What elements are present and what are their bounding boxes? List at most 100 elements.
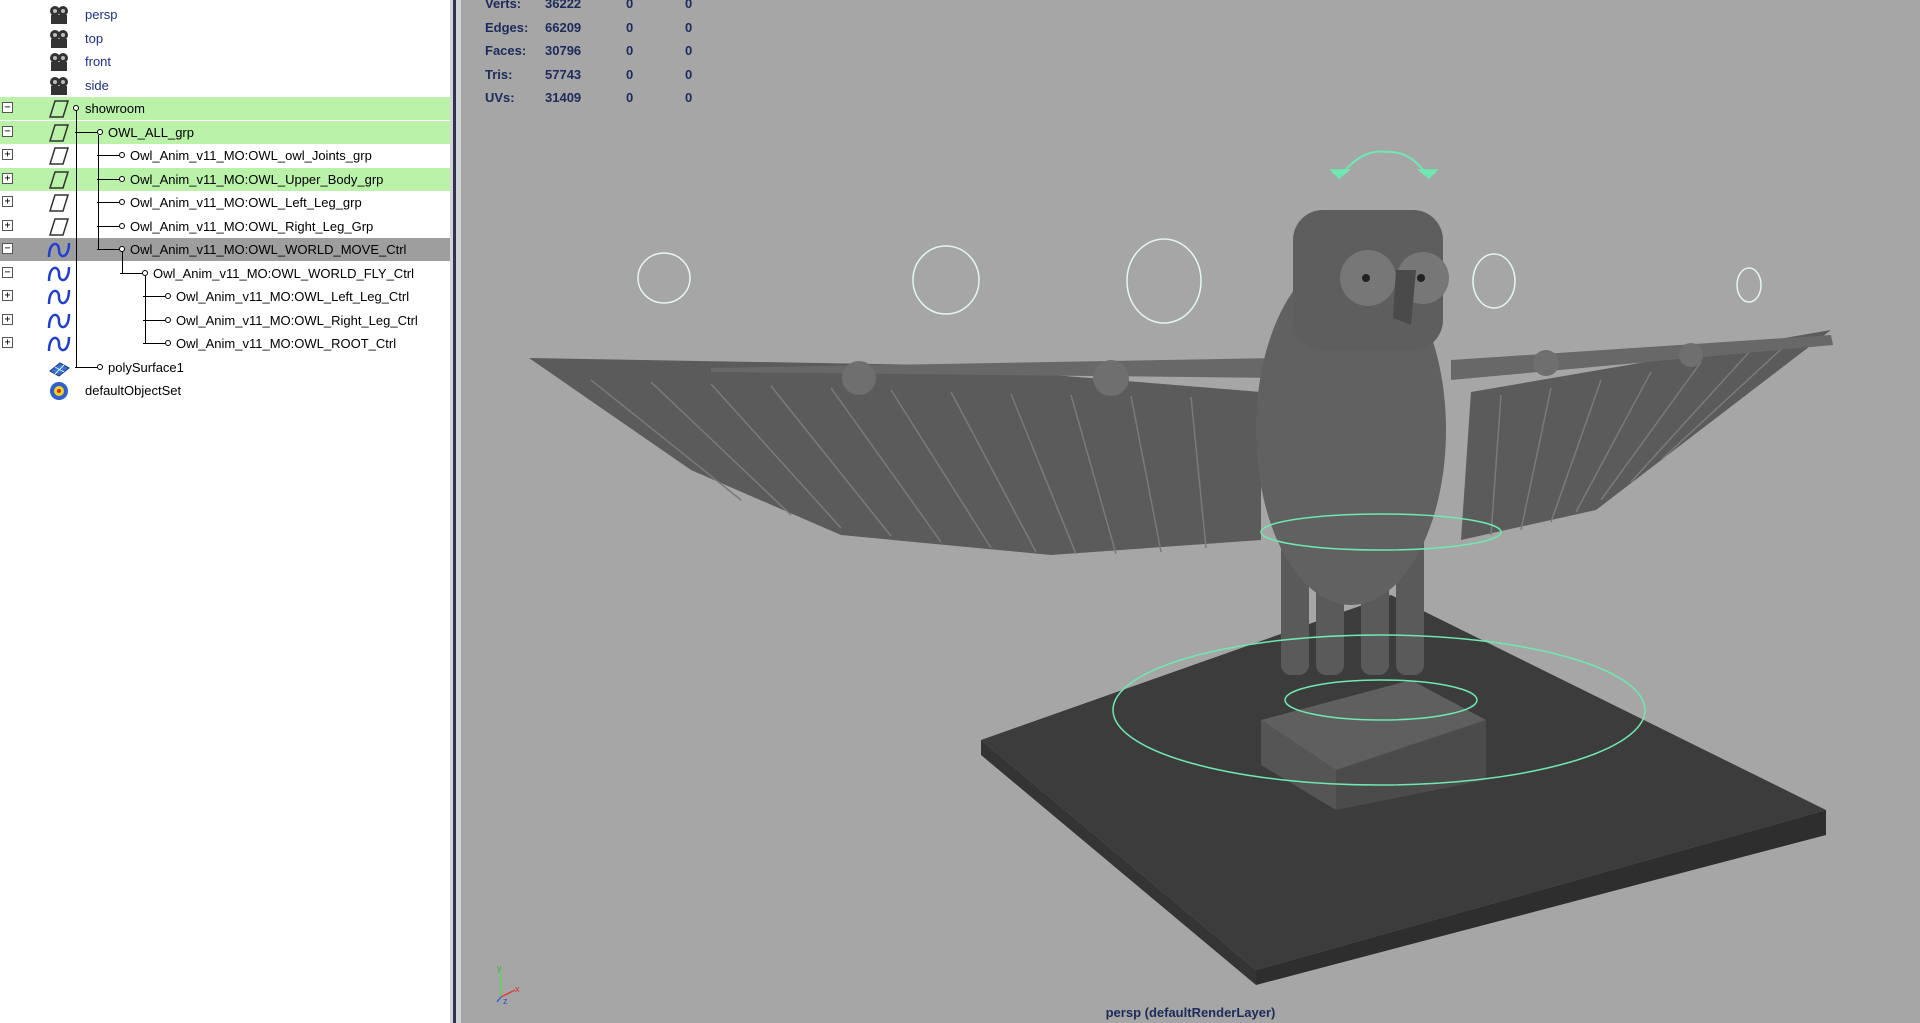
outliner-item-label: polySurface1 [108,359,184,375]
hud-stat-value: 66209 [545,19,582,35]
outliner-item-label: Owl_Anim_v11_MO:OWL_Upper_Body_grp [130,171,384,187]
hud-stat-value: 0 [685,90,693,105]
hud-stat-value: 36222 [545,0,582,11]
hud-stat-value: 31409 [545,90,582,105]
hud-stat-value: 0 [626,90,634,105]
outliner-item[interactable]: top [0,27,450,50]
outliner-item[interactable]: + Owl_Anim_v11_MO:OWL_owl_Joints_grp [0,144,450,167]
outliner-item-label: Owl_Anim_v11_MO:OWL_Left_Leg_grp [130,195,362,210]
outliner-item-label: Owl_Anim_v11_MO:OWL_WORLD_FLY_Ctrl [153,265,415,281]
expand-icon[interactable]: + [2,149,13,160]
left-wing [529,358,1261,555]
outliner-item-label: OWL_ALL_grp [108,124,194,140]
splitter-bar [453,0,456,1023]
hierarchy-node-dot [97,363,103,370]
group-transform-icon [46,169,72,190]
outliner-item[interactable]: side [0,74,450,97]
outliner-item-label: persp [85,7,118,22]
object-set-icon [46,380,72,401]
hud-stat-label: Verts: [485,0,522,11]
hud-stat-value: 0 [626,0,634,11]
poly-mesh-icon [46,357,72,378]
axis-x-label: x [515,984,520,994]
axis-y-label: y [497,963,502,973]
hud-stat-value: 0 [626,43,634,58]
panel-splitter[interactable] [450,0,461,1023]
collapse-icon[interactable]: − [2,266,13,278]
hud-stat-value: 0 [685,43,693,58]
outliner-item[interactable]: defaultObjectSet [0,379,450,402]
hud-stat-value: 30796 [545,43,582,58]
camera-icon [46,75,72,96]
left-wing-joint-inner [1093,360,1129,396]
expand-icon[interactable]: + [2,313,13,325]
outliner-item-label: front [85,54,112,69]
owl-left-pupil [1362,274,1370,282]
hud-stat-value: 0 [626,19,634,35]
outliner-item[interactable]: − Owl_Anim_v11_MO:OWL_WORLD_FLY_Ctrl [0,262,450,285]
hierarchy-trunk-line [145,275,146,344]
outliner-item[interactable]: − showroom [0,97,450,120]
nurbs-curve-icon [46,239,72,260]
axis-gizmo: y x z [496,963,520,1006]
hierarchy-branch-line [75,131,97,133]
hud-stat-value: 57743 [545,66,582,82]
hierarchy-trunk-line [98,134,99,250]
hud-stat-label: Faces: [485,43,527,58]
outliner-item[interactable]: persp [0,3,450,26]
expand-icon[interactable]: + [2,290,13,301]
outliner-item[interactable]: − Owl_Anim_v11_MO:OWL_WORLD_MOVE_Ctrl [0,238,450,261]
hierarchy-node-dot [119,222,125,229]
hierarchy-branch-line [143,343,165,344]
hierarchy-node-dot [119,152,125,158]
outliner-item[interactable]: + Owl_Anim_v11_MO:OWL_Left_Leg_Ctrl [0,285,450,308]
nurbs-curve-icon [46,263,72,284]
camera-label: persp (defaultRenderLayer) [1105,1005,1276,1020]
expand-icon[interactable]: + [2,219,13,231]
outliner-item-label: side [85,77,109,93]
hud-stat-value: 0 [685,0,693,11]
hierarchy-branch-line [97,155,119,156]
nurbs-curve-icon [46,286,72,307]
owl-right-pupil [1417,274,1425,282]
camera-icon [46,51,72,72]
outliner-item-label: Owl_Anim_v11_MO:OWL_ROOT_Ctrl [176,336,397,351]
nurbs-curve-icon [46,310,72,331]
outliner-item[interactable]: polySurface1 [0,356,450,379]
hud-stat-value: 0 [626,66,634,82]
collapse-icon[interactable]: − [2,125,13,137]
group-transform-icon [46,216,72,237]
outliner-item[interactable]: + Owl_Anim_v11_MO:OWL_Left_Leg_grp [0,191,450,214]
expand-icon[interactable]: + [2,172,13,184]
hierarchy-node-dot [165,293,171,299]
outliner-item[interactable]: + Owl_Anim_v11_MO:OWL_Right_Leg_Grp [0,215,450,238]
persp-viewport[interactable]: Verts: 36222 0 0 Edges: 66209 0 0 Faces: 30796 0 0 T… [461,0,1920,1023]
hierarchy-branch-line [97,178,119,180]
hud-stat-label: Tris: [485,66,513,82]
right-wing-joint-outer [1679,343,1703,367]
collapse-icon[interactable]: − [2,243,13,254]
outliner-item[interactable]: + Owl_Anim_v11_MO:OWL_Right_Leg_Ctrl [0,309,450,332]
outliner-item-label: defaultObjectSet [85,383,182,398]
outliner-panel: persp top front side − showroom − OWL_ALL_grp + O… [0,0,450,1023]
expand-icon[interactable]: + [2,196,13,207]
expand-icon[interactable]: + [2,337,13,348]
left-wing-joint-outer [842,361,876,395]
camera-icon [46,28,72,49]
control-curves [637,238,1762,324]
outliner-item[interactable]: + Owl_Anim_v11_MO:OWL_ROOT_Ctrl [0,332,450,355]
outliner-item-label: Owl_Anim_v11_MO:OWL_Right_Leg_Grp [130,218,374,234]
outliner-item-label: Owl_Anim_v11_MO:OWL_WORLD_MOVE_Ctrl [130,242,407,257]
group-transform-icon [46,122,72,143]
outliner-item-label: Owl_Anim_v11_MO:OWL_owl_Joints_grp [130,148,372,163]
hud-stat-label: Edges: [485,19,529,35]
group-transform-icon [46,192,72,213]
outliner-item[interactable]: − OWL_ALL_grp [0,120,450,144]
outliner-item-label: Owl_Anim_v11_MO:OWL_Right_Leg_Ctrl [176,312,418,328]
hierarchy-branch-line [75,366,97,368]
outliner-item[interactable]: + Owl_Anim_v11_MO:OWL_Upper_Body_grp [0,167,450,191]
collapse-icon[interactable]: − [2,102,13,113]
hud-stat-label: UVs: [485,90,515,105]
outliner-item[interactable]: front [0,50,450,73]
hierarchy-branch-line [97,249,119,250]
